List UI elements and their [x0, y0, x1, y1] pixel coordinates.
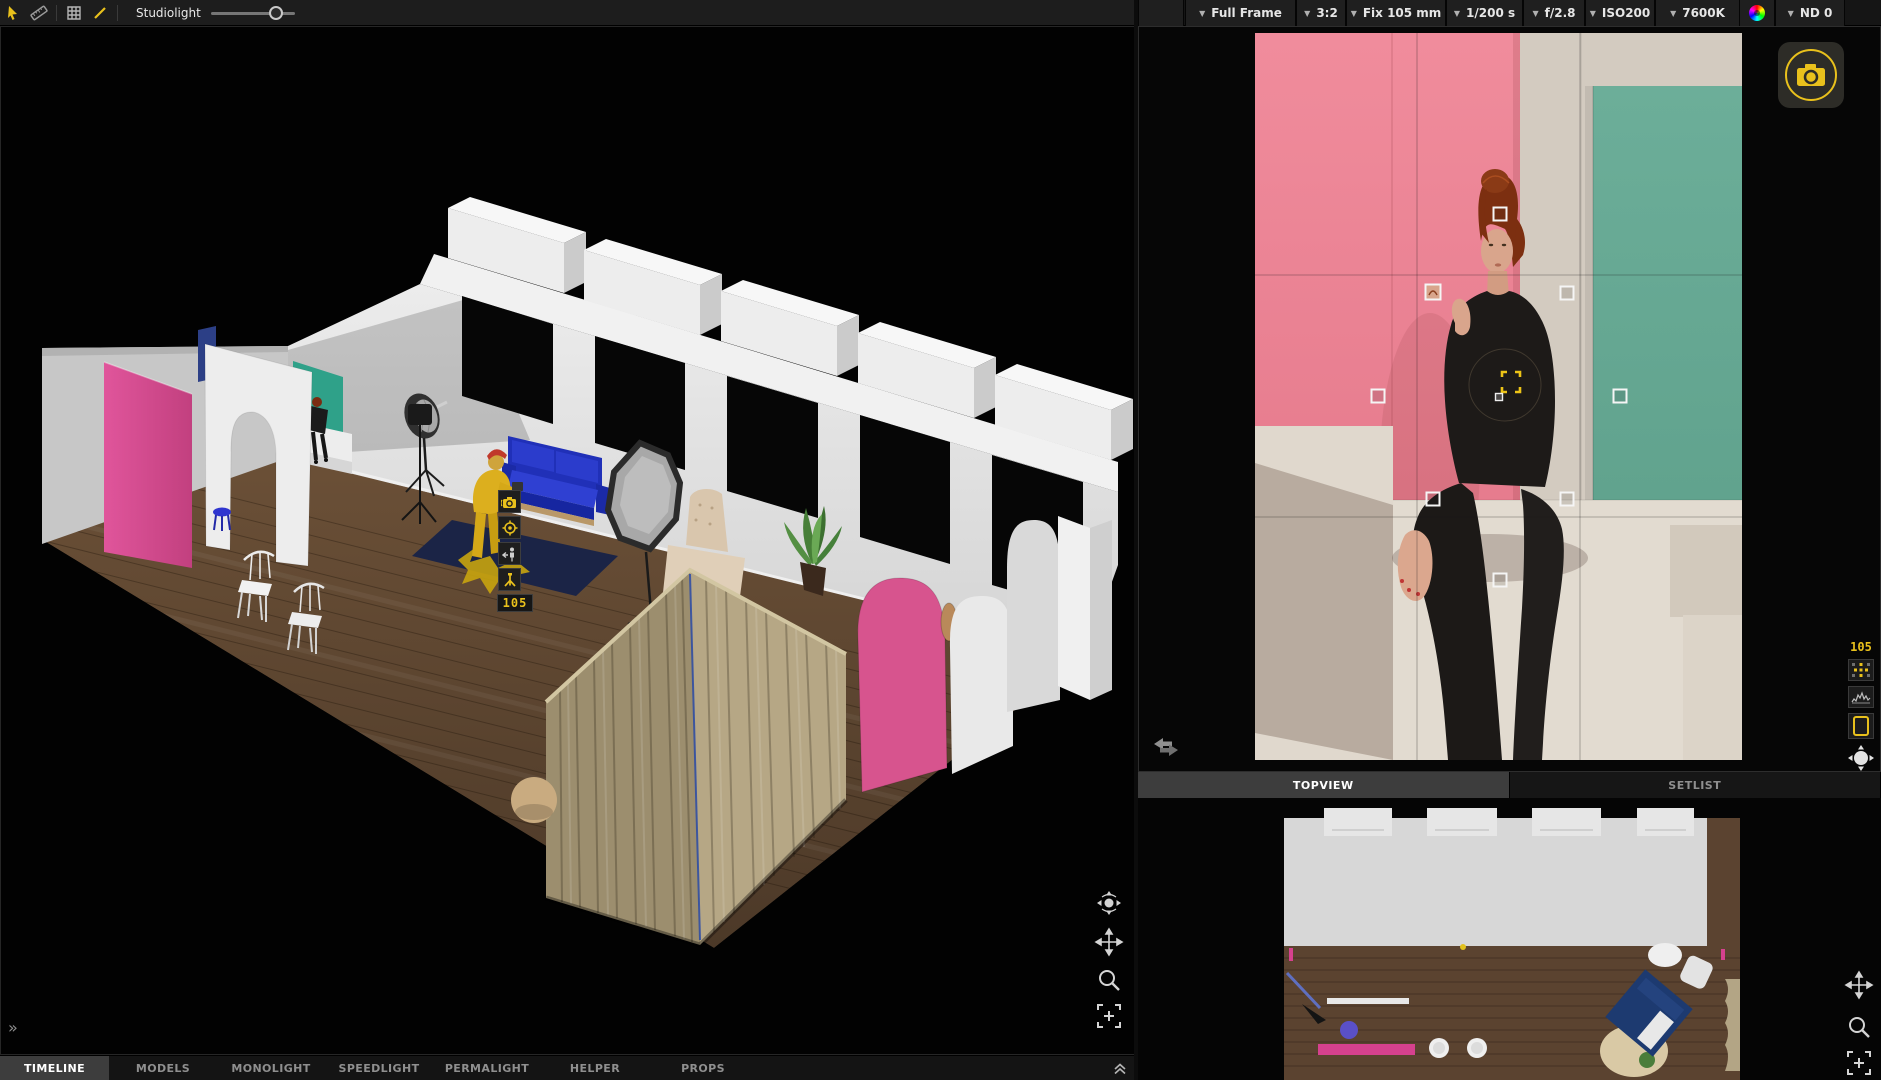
- iso-dropdown[interactable]: ▼ ISO200: [1585, 0, 1655, 26]
- studio-scene[interactable]: [0, 26, 1138, 1055]
- nd-filter-value: ND 0: [1800, 6, 1833, 20]
- chevron-down-icon: ▼: [1304, 9, 1310, 18]
- camera-settings-bar: ▼ Full Frame ▼ 3:2 ▼ Fix 105 mm ▼ 1/200 …: [1138, 0, 1881, 26]
- topview-panel[interactable]: [1138, 798, 1881, 1080]
- topview-pink-panel[interactable]: [1318, 1044, 1415, 1055]
- camera-icon: [1797, 64, 1825, 86]
- tab-helper[interactable]: HELPER: [541, 1056, 649, 1080]
- tab-topview[interactable]: TOPVIEW: [1138, 772, 1510, 798]
- studiolight-slider[interactable]: [211, 2, 295, 24]
- aspect-ratio-value: 3:2: [1316, 6, 1338, 20]
- paper-lantern[interactable]: [511, 777, 557, 823]
- tab-permalight[interactable]: PERMALIGHT: [433, 1056, 541, 1080]
- sensor-format-value: Full Frame: [1211, 6, 1282, 20]
- collapse-panel-icon[interactable]: [1112, 1060, 1128, 1080]
- topview-stool[interactable]: [1340, 1021, 1358, 1039]
- tab-props[interactable]: PROPS: [649, 1056, 757, 1080]
- studio-3d-viewport[interactable]: 105 »: [0, 26, 1138, 1055]
- select-cursor-icon[interactable]: [0, 2, 26, 24]
- chevron-down-icon: ▼: [1590, 9, 1596, 18]
- pan-move-icon[interactable]: [1094, 927, 1126, 959]
- shutter-speed-dropdown[interactable]: ▼ 1/200 s: [1446, 0, 1523, 26]
- slider-knob[interactable]: [269, 6, 283, 20]
- topview-camera-marker[interactable]: [1460, 944, 1466, 950]
- color-wheel-icon: [1749, 5, 1765, 21]
- white-balance-value: 7600K: [1682, 6, 1725, 20]
- bottom-tab-bar: TIMELINE MODELS MONOLIGHT SPEEDLIGHT PER…: [0, 1055, 1138, 1080]
- iso-value: ISO200: [1602, 6, 1650, 20]
- take-photo-button[interactable]: [1778, 42, 1844, 108]
- backdrop-panel-pink-large[interactable]: [104, 362, 192, 568]
- pen-line-icon[interactable]: [87, 2, 113, 24]
- face-detect-focus-point[interactable]: [1426, 285, 1441, 300]
- gizmo-focal-length-chip: 105: [497, 594, 533, 612]
- zoom-icon[interactable]: [1094, 965, 1126, 997]
- toolbar-separator: [56, 5, 57, 21]
- right-wall-flat: [1058, 516, 1112, 700]
- chevron-down-icon: ▼: [1532, 9, 1538, 18]
- topview-plan[interactable]: [1284, 808, 1740, 1080]
- tab-speedlight[interactable]: SPEEDLIGHT: [325, 1056, 433, 1080]
- aspect-ratio-dropdown[interactable]: ▼ 3:2: [1296, 0, 1346, 26]
- expand-panel-chevron[interactable]: »: [8, 1018, 16, 1037]
- selection-gizmo: [498, 490, 521, 591]
- app-window: Studiolight: [0, 0, 1881, 1080]
- focus-sub-point: [1496, 394, 1503, 401]
- tab-monolight[interactable]: MONOLIGHT: [217, 1056, 325, 1080]
- arch-panel-pink[interactable]: [858, 578, 947, 792]
- chevron-down-icon: ▼: [1454, 9, 1460, 18]
- focal-length-dropdown[interactable]: ▼ Fix 105 mm: [1346, 0, 1446, 26]
- topview-set-wall: [1284, 818, 1707, 946]
- studiolight-label: Studiolight: [136, 6, 201, 20]
- aperture-value: f/2.8: [1545, 6, 1576, 20]
- orbit-icon[interactable]: [1094, 888, 1126, 920]
- topview-move-icon[interactable]: [1844, 970, 1876, 1002]
- aperture-dropdown[interactable]: ▼ f/2.8: [1523, 0, 1585, 26]
- live-view-image[interactable]: [1255, 33, 1742, 760]
- tab-timeline[interactable]: TIMELINE: [0, 1056, 109, 1080]
- topview-table[interactable]: [1648, 943, 1682, 967]
- gizmo-model-move-icon[interactable]: [498, 542, 521, 565]
- chevron-down-icon: ▼: [1199, 9, 1205, 18]
- right-panel-tabs: TOPVIEW SETLIST: [1138, 772, 1881, 798]
- chevron-down-icon: ▼: [1788, 9, 1794, 18]
- white-balance-dropdown[interactable]: ▼ 7600K: [1655, 0, 1740, 26]
- nd-filter-dropdown[interactable]: ▼ ND 0: [1775, 0, 1845, 26]
- camera-settings-empty-segment: [1138, 0, 1184, 26]
- histogram-button[interactable]: [1848, 686, 1874, 708]
- ruler-icon[interactable]: [26, 2, 52, 24]
- tab-setlist[interactable]: SETLIST: [1510, 772, 1881, 798]
- gizmo-focus-target-icon[interactable]: [498, 516, 521, 539]
- viewport-toolbar: Studiolight: [0, 0, 1138, 26]
- frame-overlay-button[interactable]: [1848, 713, 1874, 739]
- topview-zoom-icon[interactable]: [1844, 1012, 1876, 1044]
- chevron-down-icon: ▼: [1351, 9, 1357, 18]
- camera-live-view[interactable]: 105: [1138, 26, 1881, 772]
- gizmo-tripod-icon[interactable]: [498, 568, 521, 591]
- focal-length-value: Fix 105 mm: [1363, 6, 1441, 20]
- color-wheel-button[interactable]: [1740, 0, 1775, 26]
- topview-fit-icon[interactable]: [1844, 1048, 1876, 1080]
- fit-view-icon[interactable]: [1094, 1001, 1126, 1033]
- chevron-down-icon: ▼: [1670, 9, 1676, 18]
- grid-icon[interactable]: [61, 2, 87, 24]
- sensor-format-dropdown[interactable]: ▼ Full Frame: [1185, 0, 1296, 26]
- toolbar-separator: [117, 5, 118, 21]
- shutter-speed-value: 1/200 s: [1466, 6, 1515, 20]
- focal-length-badge: 105: [1850, 640, 1872, 654]
- swap-view-arrows-icon[interactable]: [1152, 736, 1180, 762]
- gizmo-camera-icon[interactable]: [498, 490, 521, 513]
- focus-grid-button[interactable]: [1848, 659, 1874, 681]
- camera-side-toolbar: 105: [1844, 640, 1878, 776]
- tab-models[interactable]: MODELS: [109, 1056, 217, 1080]
